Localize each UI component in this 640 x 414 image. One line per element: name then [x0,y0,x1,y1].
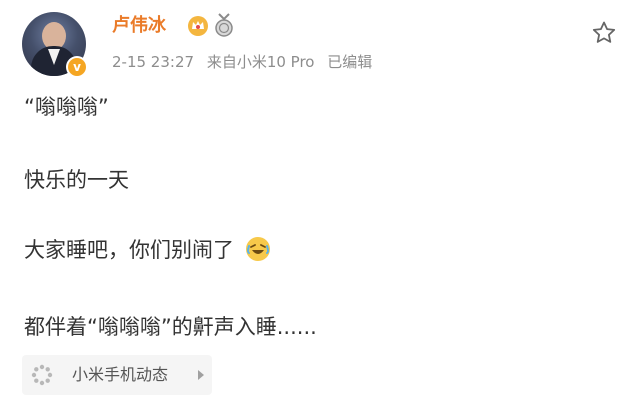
laughing-emoji-icon [245,237,270,261]
post-line-1: “嗡嗡嗡” [24,95,109,119]
post-meta: 2-15 23:27 来自小米10 Pro 已编辑 [112,52,372,72]
vip-crown-icon [188,16,208,36]
post-date: 2-15 23:27 [112,53,195,71]
verified-badge-mark: v [68,58,86,76]
post-line-4: 都伴着“嗡嗡嗡”的鼾声入睡...... [24,315,317,339]
post-line-3-text: 大家睡吧，你们别闹了 [24,238,234,262]
post-line-3: 大家睡吧，你们别闹了 [24,236,271,264]
source-chip[interactable]: 小米手机动态 [22,355,212,395]
star-icon[interactable] [591,20,617,46]
medal-icon [215,13,233,37]
post-source: 来自小米10 Pro [206,53,315,71]
chevron-right-icon [198,370,204,380]
author-name[interactable]: 卢伟冰 [112,14,166,38]
verified-badge-icon: v [66,56,88,78]
edited-label[interactable]: 已编辑 [327,53,372,71]
source-chip-label: 小米手机动态 [72,365,169,384]
post-line-2: 快乐的一天 [24,168,129,192]
spinner-icon [31,364,53,386]
